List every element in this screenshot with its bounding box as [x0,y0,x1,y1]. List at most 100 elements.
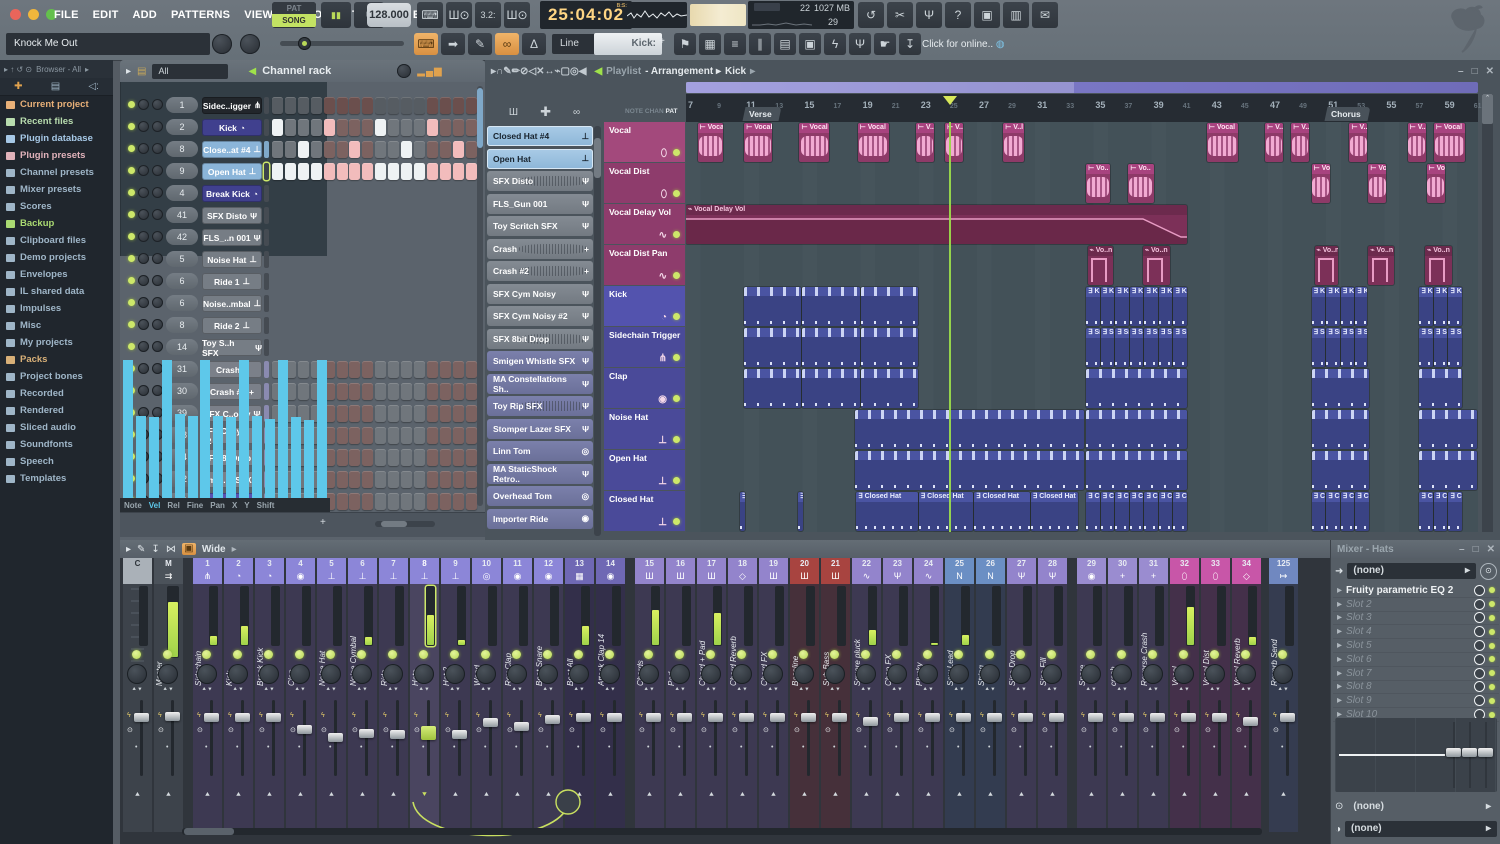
strip-led[interactable] [923,650,932,659]
close-window-button[interactable] [10,9,21,20]
fader-cap[interactable] [576,713,591,723]
step-cell[interactable] [388,471,400,488]
stereo-sep-arrows[interactable]: ⯅⯆ [1077,687,1106,694]
strip-pan-knob[interactable] [197,664,217,684]
strip-body[interactable]: Hats⯅⯆ϟ⊙•⯆ [410,584,439,832]
strip-pan-knob[interactable] [918,664,938,684]
strip-pan-knob[interactable] [856,664,876,684]
step-edit-icon[interactable]: ➡ [441,33,465,55]
strip-body[interactable]: Wood⯅⯆ϟ⊙•⯅ [472,584,501,832]
pattern-clip[interactable] [802,327,860,367]
strip-fader[interactable] [863,700,878,776]
strip-fader[interactable] [483,700,498,776]
plug-icon[interactable]: ϟ [918,712,922,719]
step-cell[interactable] [362,119,374,136]
channel-number[interactable]: 5 [166,251,198,267]
step-cell[interactable] [413,449,425,466]
strip-meter[interactable] [930,586,939,646]
pattern-clip[interactable]: ∃ Ki..#2 [1340,286,1355,326]
fader-cap[interactable] [1119,713,1134,723]
render-icon[interactable]: ▥ [1003,2,1029,28]
clock-icon[interactable]: ⊙ [949,726,955,734]
strip-pan-knob[interactable] [1042,664,1062,684]
route-arrow-icon[interactable]: ⯅ [1170,790,1199,800]
channel-volume-knob[interactable] [152,231,163,242]
cpu-panel[interactable]: 22 1027 MB 29 [748,1,854,29]
picker-item-crash-2[interactable]: Crash #2 + [487,261,593,281]
pattern-clip[interactable]: ∃ Sid..2 [1173,327,1187,367]
route-arrow-icon[interactable]: ⯅ [534,790,563,800]
pattern-clip[interactable]: ∃ Cl..#3 [1311,491,1326,531]
velocity-bar[interactable] [316,360,327,498]
download-icon[interactable]: ↧ [899,33,921,55]
audio-clip[interactable]: ⊢ V..l [915,122,934,162]
pattern-clip[interactable] [1311,409,1369,449]
step-cell[interactable] [401,141,412,158]
step-cell[interactable] [272,163,283,180]
strip-led[interactable] [892,650,901,659]
browser-item-project-bones[interactable]: Project bones [0,368,113,385]
swing-knob[interactable] [397,64,412,78]
step-cell[interactable] [362,163,374,180]
strip-body[interactable]: String⯅⯆ϟ⊙•⯅ [976,584,1005,832]
picker-item-sfx-cym-noisy[interactable]: SFX Cym Noisy Ψ [487,283,593,304]
pattern-clip[interactable] [860,368,918,408]
audio-clip[interactable]: ⊢ Vocal [744,122,773,162]
clock-icon[interactable]: ⊙ [825,726,831,734]
step-cell[interactable] [388,427,400,444]
slot-mix-knob[interactable] [1474,653,1485,665]
strip-fader[interactable] [1280,700,1295,776]
slot-enable-led[interactable] [1489,670,1495,677]
velocity-bar[interactable] [123,360,133,498]
channel-number[interactable]: 9 [166,163,198,179]
route-arrow-icon[interactable]: ⯅ [945,790,974,800]
strip-body[interactable]: Vocal Dist⯅⯆ϟ⊙•⯅ [1201,584,1230,832]
strip-fader[interactable] [956,700,971,776]
cut-tool-icon[interactable]: ✂ [887,2,913,28]
mixer-strip-beat-all[interactable]: 13▦Beat All⯅⯆ϟ⊙•⯅ [565,558,594,832]
rack-h-scrollbar[interactable] [375,521,435,527]
strip-header[interactable]: 24 ∿ [914,558,943,584]
pattern-clip[interactable] [1086,450,1187,490]
channel-enable-led[interactable] [128,189,135,196]
pattern-clip[interactable]: ∃ Ki..#2 [1158,286,1173,326]
channel-button-toy-s-h-sfx[interactable]: Toy S..h SFX Ψ [202,338,262,358]
browser-item-scores[interactable]: Scores [0,198,113,215]
eq-gain-slider[interactable] [1462,748,1477,757]
strip-led[interactable] [163,650,172,659]
pattern-clip[interactable] [744,327,802,367]
save-icon[interactable]: ▣ [974,2,1000,28]
mixer-strip-chord-reverb[interactable]: 18 ◇ Chord Reverb ⯅⯆ ϟ ⊙ • ⯅ [728,558,757,832]
step-cell[interactable] [465,471,477,488]
strip-fader[interactable] [1181,700,1196,776]
strip-header[interactable]: 8 ⊥ [410,558,439,584]
strip-led[interactable] [326,650,335,659]
channel-button-ride-2[interactable]: Ride 2 ⊥ [202,317,262,334]
strip-fader[interactable] [452,700,467,776]
input-source-dropdown[interactable]: (none) ▸ [1347,563,1476,579]
fader-cap[interactable] [134,713,149,723]
strip-fader[interactable] [894,700,909,776]
plug-icon[interactable]: ϟ [1143,712,1147,719]
channel-number[interactable]: 6 [166,273,198,289]
route-arrow-icon[interactable]: ⯅ [596,790,625,800]
strip-meter[interactable] [364,586,373,646]
strip-pan-knob[interactable] [794,664,814,684]
clock-icon[interactable]: ⊙ [290,726,296,734]
automation-clip[interactable]: ⌁ Vo..n [1314,245,1339,285]
step-cell[interactable] [413,383,425,400]
strip-meter[interactable] [1054,586,1063,646]
channel-pan-knob[interactable] [138,275,149,286]
automation-clip[interactable]: ⌁ Vocal Delay Vol [686,204,1187,244]
step-cell[interactable] [452,383,464,400]
step-cell[interactable] [452,471,464,488]
velocity-bar[interactable] [226,417,237,498]
plug-icon[interactable]: ϟ [980,712,984,719]
strip-fader[interactable] [1049,700,1064,776]
route-arrow-icon[interactable]: ⯅ [193,790,222,800]
plug-icon[interactable]: ϟ [538,712,542,719]
track-enable-led[interactable] [673,272,680,279]
strip-header[interactable]: 19 Ш [759,558,788,584]
plug-icon[interactable]: ϟ [1205,712,1209,719]
mixer-strip-square-pluck[interactable]: 22 ∿ Square pluck ⯅⯆ ϟ ⊙ • ⯅ [852,558,881,832]
